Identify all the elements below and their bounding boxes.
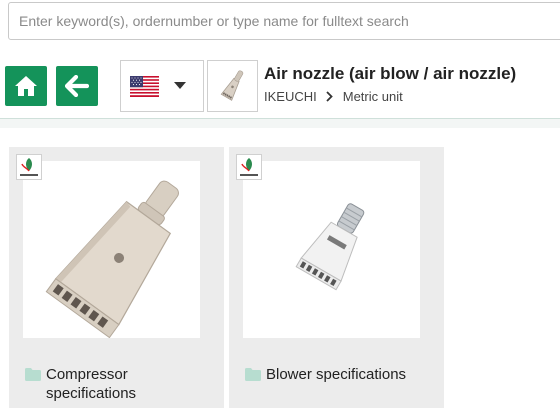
product-thumbnail [207, 60, 258, 112]
toolbar: Air nozzle (air blow / air nozzle) IKEUC… [0, 58, 560, 116]
category-image [23, 161, 200, 339]
breadcrumb: IKEUCHI Metric unit [264, 89, 403, 104]
chevron-down-icon [174, 82, 186, 89]
section-divider [0, 118, 560, 128]
folder-icon [25, 368, 41, 381]
arrow-left-icon [65, 75, 89, 97]
breadcrumb-item-ikeuchi[interactable]: IKEUCHI [264, 89, 317, 104]
back-button[interactable] [56, 66, 98, 106]
folder-icon [245, 368, 261, 381]
category-card-blower[interactable]: Blower specifications [229, 147, 444, 408]
search-input[interactable] [8, 2, 560, 40]
breadcrumb-item-metric-unit[interactable]: Metric unit [343, 89, 403, 104]
page-title: Air nozzle (air blow / air nozzle) [264, 64, 517, 83]
brand-logo [236, 154, 262, 180]
language-select[interactable] [120, 60, 204, 112]
chevron-right-icon [326, 91, 333, 102]
home-button[interactable] [5, 66, 47, 106]
category-name: Compressor specifications [46, 366, 137, 402]
category-card-compressor[interactable]: Compressor specifications [9, 147, 224, 408]
search-bar [0, 0, 560, 44]
category-image [243, 161, 420, 338]
us-flag-icon [130, 75, 159, 97]
home-icon [15, 76, 37, 96]
category-label: Blower specifications [245, 365, 435, 384]
brand-logo [16, 154, 42, 180]
category-label: Compressor specifications [25, 365, 215, 403]
category-name: Blower specifications [266, 366, 407, 383]
